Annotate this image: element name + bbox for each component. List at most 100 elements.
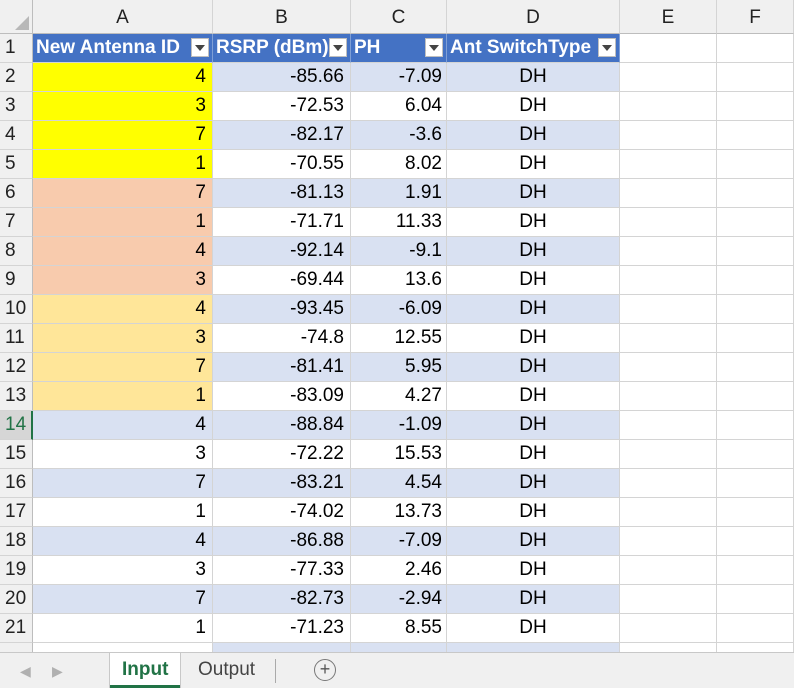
cell-e[interactable] bbox=[620, 63, 717, 92]
cell-rsrp[interactable]: -70.55 bbox=[213, 150, 351, 179]
cell-ph[interactable]: 11.33 bbox=[351, 208, 447, 237]
row-header[interactable]: 11 bbox=[0, 324, 33, 353]
row-header[interactable]: 16 bbox=[0, 469, 33, 498]
cell-f[interactable] bbox=[717, 585, 794, 614]
cell-ant-switchtype[interactable]: DH bbox=[447, 179, 620, 208]
cell-e[interactable] bbox=[620, 382, 717, 411]
cell-rsrp[interactable]: -74.8 bbox=[213, 324, 351, 353]
filter-dropdown-icon[interactable] bbox=[425, 38, 443, 57]
cell-e[interactable] bbox=[620, 324, 717, 353]
cell-ant-switchtype[interactable]: DH bbox=[447, 208, 620, 237]
cell-new-antenna-id[interactable]: 3 bbox=[33, 266, 213, 295]
cell-ph[interactable]: -7.09 bbox=[351, 63, 447, 92]
cell-e[interactable] bbox=[620, 353, 717, 382]
row-header[interactable]: 1 bbox=[0, 34, 33, 63]
cell-rsrp[interactable]: -77.33 bbox=[213, 556, 351, 585]
cell-ant-switchtype[interactable]: DH bbox=[447, 614, 620, 643]
cell-e[interactable] bbox=[620, 527, 717, 556]
cell-rsrp[interactable]: -83.21 bbox=[213, 469, 351, 498]
cell-new-antenna-id[interactable]: 7 bbox=[33, 585, 213, 614]
cell-new-antenna-id[interactable]: 4 bbox=[33, 295, 213, 324]
cell-rsrp[interactable]: -83.09 bbox=[213, 382, 351, 411]
cell-ant-switchtype[interactable]: DH bbox=[447, 63, 620, 92]
cell-ph[interactable]: 4.54 bbox=[351, 469, 447, 498]
cell-ant-switchtype[interactable]: DH bbox=[447, 150, 620, 179]
cell-f[interactable] bbox=[717, 498, 794, 527]
cell-ph[interactable]: -6.09 bbox=[351, 295, 447, 324]
row-header[interactable]: 21 bbox=[0, 614, 33, 643]
cell-new-antenna-id[interactable]: 7 bbox=[33, 469, 213, 498]
cell-f[interactable] bbox=[717, 208, 794, 237]
cell-ant-switchtype[interactable]: DH bbox=[447, 440, 620, 469]
cell-f[interactable] bbox=[717, 382, 794, 411]
cell-b[interactable] bbox=[213, 643, 351, 652]
cell-e[interactable] bbox=[620, 469, 717, 498]
cell-e[interactable] bbox=[620, 237, 717, 266]
cell-f[interactable] bbox=[717, 614, 794, 643]
cell-ant-switchtype[interactable]: DH bbox=[447, 121, 620, 150]
cell-ph[interactable]: 15.53 bbox=[351, 440, 447, 469]
cell-e[interactable] bbox=[620, 150, 717, 179]
cell-e[interactable] bbox=[620, 411, 717, 440]
cell-ph[interactable]: 12.55 bbox=[351, 324, 447, 353]
cell-ant-switchtype[interactable]: DH bbox=[447, 556, 620, 585]
cell-new-antenna-id[interactable]: 1 bbox=[33, 150, 213, 179]
row-header[interactable]: 2 bbox=[0, 63, 33, 92]
row-header[interactable]: 10 bbox=[0, 295, 33, 324]
cell-f[interactable] bbox=[717, 179, 794, 208]
cell-f[interactable] bbox=[717, 92, 794, 121]
header-cell-ph[interactable]: PH bbox=[351, 34, 447, 63]
cell-new-antenna-id[interactable]: 4 bbox=[33, 411, 213, 440]
cell-e[interactable] bbox=[620, 34, 717, 63]
cell-new-antenna-id[interactable]: 7 bbox=[33, 121, 213, 150]
cell-ph[interactable]: -7.09 bbox=[351, 527, 447, 556]
header-cell-new-antenna-id[interactable]: New Antenna ID bbox=[33, 34, 213, 63]
cell-new-antenna-id[interactable]: 1 bbox=[33, 208, 213, 237]
row-header[interactable]: 5 bbox=[0, 150, 33, 179]
filter-dropdown-icon[interactable] bbox=[329, 38, 347, 57]
header-cell-rsrp[interactable]: RSRP (dBm) bbox=[213, 34, 351, 63]
cell-a[interactable] bbox=[33, 643, 213, 652]
cell-ph[interactable]: -9.1 bbox=[351, 237, 447, 266]
row-header[interactable]: 9 bbox=[0, 266, 33, 295]
row-header[interactable]: 20 bbox=[0, 585, 33, 614]
row-header[interactable]: 4 bbox=[0, 121, 33, 150]
cell-rsrp[interactable]: -71.23 bbox=[213, 614, 351, 643]
cell-ant-switchtype[interactable]: DH bbox=[447, 353, 620, 382]
cell-e[interactable] bbox=[620, 266, 717, 295]
cell-ant-switchtype[interactable]: DH bbox=[447, 92, 620, 121]
cell-ph[interactable]: -2.94 bbox=[351, 585, 447, 614]
column-header-d[interactable]: D bbox=[447, 0, 620, 34]
cell-new-antenna-id[interactable]: 7 bbox=[33, 179, 213, 208]
column-header-f[interactable]: F bbox=[717, 0, 794, 34]
cell-e[interactable] bbox=[620, 295, 717, 324]
cell-f[interactable] bbox=[717, 556, 794, 585]
cell-ant-switchtype[interactable]: DH bbox=[447, 237, 620, 266]
cell-rsrp[interactable]: -72.22 bbox=[213, 440, 351, 469]
cell-rsrp[interactable]: -85.66 bbox=[213, 63, 351, 92]
scroll-left-icon[interactable]: ◀ bbox=[20, 663, 31, 680]
cell-rsrp[interactable]: -72.53 bbox=[213, 92, 351, 121]
cell-ant-switchtype[interactable]: DH bbox=[447, 498, 620, 527]
row-header[interactable]: 18 bbox=[0, 527, 33, 556]
cell-ant-switchtype[interactable]: DH bbox=[447, 527, 620, 556]
cell-f[interactable] bbox=[717, 469, 794, 498]
scroll-right-icon[interactable]: ▶ bbox=[52, 663, 63, 680]
cell-c[interactable] bbox=[351, 643, 447, 652]
cell-rsrp[interactable]: -92.14 bbox=[213, 237, 351, 266]
cell-e[interactable] bbox=[620, 121, 717, 150]
cell-ant-switchtype[interactable]: DH bbox=[447, 585, 620, 614]
cell-ant-switchtype[interactable]: DH bbox=[447, 324, 620, 353]
cell-ph[interactable]: 6.04 bbox=[351, 92, 447, 121]
filter-dropdown-icon[interactable] bbox=[191, 38, 209, 57]
column-header-c[interactable]: C bbox=[351, 0, 447, 34]
cell-ph[interactable]: 8.55 bbox=[351, 614, 447, 643]
row-header[interactable]: 12 bbox=[0, 353, 33, 382]
spreadsheet-grid[interactable]: A B C D E F 1 New Antenna ID RSRP (dBm) … bbox=[0, 0, 794, 652]
cell-f[interactable] bbox=[717, 353, 794, 382]
column-header-e[interactable]: E bbox=[620, 0, 717, 34]
cell-f[interactable] bbox=[717, 150, 794, 179]
cell-rsrp[interactable]: -86.88 bbox=[213, 527, 351, 556]
cell-e[interactable] bbox=[620, 498, 717, 527]
cell-e[interactable] bbox=[620, 440, 717, 469]
